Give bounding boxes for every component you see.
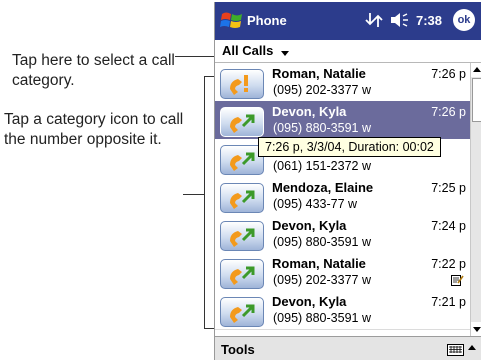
call-details-tooltip: 7:26 p, 3/3/04, Duration: 00:02 [258, 137, 441, 157]
list-item[interactable]: Roman, Natalie 7:22 p (095) 202-3377 w [215, 253, 470, 292]
phone-number: (095) 433-77 w [273, 197, 358, 211]
scroll-down-button[interactable] [471, 322, 481, 336]
outgoing-call-icon[interactable] [220, 221, 264, 251]
contact-name: Devon, Kyla [272, 104, 347, 119]
leader-line-category [175, 56, 215, 57]
leader-line-bracket-top [204, 76, 214, 77]
chevron-down-icon[interactable] [281, 51, 289, 56]
missed-call-icon[interactable] [220, 69, 264, 99]
clock[interactable]: 7:38 [416, 13, 442, 28]
callout-call-number: Tap a category icon to call the number o… [4, 111, 184, 148]
call-list: Roman, Natalie 7:26 p (095) 202-3377 w D… [215, 63, 470, 336]
list-item[interactable]: Devon, Kyla 7:24 p (095) 880-3591 w [215, 215, 470, 254]
phone-screen: Phone 7:38 ok All Calls Roman, Natalie 7… [214, 2, 481, 360]
call-time: 7:26 p [431, 67, 466, 81]
list-item[interactable]: Devon, Kyla 7:21 p (095) 880-3591 w [215, 291, 470, 330]
scrollbar[interactable] [470, 63, 481, 336]
arrow-up-icon [473, 67, 481, 72]
call-time: 7:21 p [431, 295, 466, 309]
contact-name: Roman, Natalie [272, 66, 366, 81]
call-time: 7:25 p [431, 181, 466, 195]
contact-name: Devon, Kyla [272, 294, 347, 309]
call-time: 7:26 p [431, 105, 466, 119]
call-time: 7:24 p [431, 219, 466, 233]
contact-name: Roman, Natalie [272, 256, 366, 271]
phone-number: (095) 880-3591 w [273, 121, 371, 135]
call-category-dropdown[interactable]: All Calls [222, 43, 273, 58]
input-panel-arrow-icon[interactable] [468, 345, 476, 350]
app-title: Phone [247, 13, 287, 28]
leader-line-bracket-bottom [204, 328, 214, 329]
keyboard-icon[interactable] [447, 343, 464, 356]
scroll-thumb[interactable] [472, 78, 481, 122]
phone-number: (095) 880-3591 w [273, 311, 371, 325]
list-item-selected[interactable]: Devon, Kyla 7:26 p (095) 880-3591 w [215, 101, 470, 140]
contact-name: Mendoza, Elaine [272, 180, 374, 195]
windows-start-icon[interactable] [219, 9, 245, 33]
tools-menu[interactable]: Tools [221, 342, 255, 357]
outgoing-call-icon[interactable] [220, 259, 264, 289]
ok-button[interactable]: ok [453, 9, 475, 31]
scroll-up-button[interactable] [471, 63, 481, 77]
menu-bar: Tools [215, 336, 481, 360]
phone-number: (095) 202-3377 w [273, 83, 371, 97]
leader-line-icons [183, 194, 205, 195]
call-filter-bar[interactable]: All Calls [215, 40, 481, 63]
list-item[interactable]: Roman, Natalie 7:26 p (095) 202-3377 w [215, 63, 470, 102]
note-icon[interactable] [451, 273, 464, 286]
callout-select-category: Tap here to select a call category. [12, 52, 175, 89]
connectivity-icon[interactable] [364, 11, 384, 34]
phone-number: (095) 202-3377 w [273, 273, 371, 287]
speaker-icon[interactable] [389, 11, 411, 34]
phone-number: (095) 880-3591 w [273, 235, 371, 249]
outgoing-call-icon[interactable] [220, 183, 264, 213]
outgoing-call-icon[interactable] [220, 107, 264, 137]
phone-number: (061) 151-2372 w [273, 159, 371, 173]
arrow-down-icon [473, 327, 481, 332]
title-bar: Phone 7:38 ok [215, 2, 481, 40]
list-item[interactable]: Mendoza, Elaine 7:25 p (095) 433-77 w [215, 177, 470, 216]
outgoing-call-icon[interactable] [220, 297, 264, 327]
contact-name: Devon, Kyla [272, 218, 347, 233]
call-time: 7:22 p [431, 257, 466, 271]
leader-line-bracket [204, 76, 205, 328]
